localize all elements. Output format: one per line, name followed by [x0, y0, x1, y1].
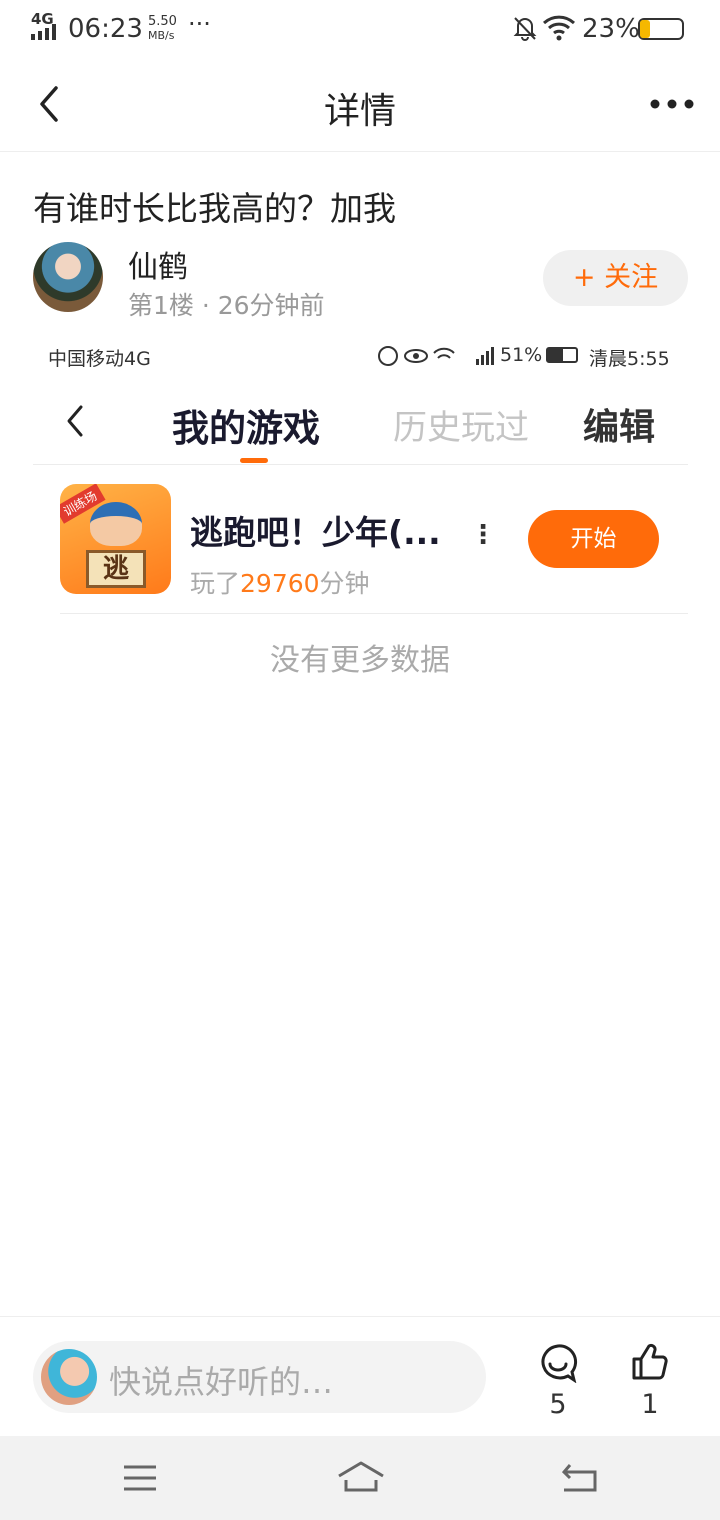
embedded-status-icons [378, 346, 494, 366]
page-title: 详情 [323, 91, 396, 132]
post-title: 有谁时长比我高的？加我 [33, 189, 396, 228]
author-name[interactable]: 仙鹤 [128, 242, 188, 286]
bottom-action-bar: 快说点好听的… 5 1 [0, 1316, 720, 1436]
more-options-icon[interactable] [650, 98, 694, 110]
play-time-prefix: 玩了 [190, 569, 241, 598]
net-speed-value: 5.50 [148, 14, 177, 29]
like-icon[interactable] [631, 1343, 669, 1381]
start-game-button[interactable]: 开始 [528, 510, 659, 568]
tab-divider [33, 464, 688, 465]
row-divider [60, 613, 688, 614]
comment-count: 5 [549, 1389, 567, 1420]
battery-percent: 23% [582, 14, 640, 44]
play-time-minutes: 29760 [240, 569, 320, 598]
tab-my-games[interactable]: 我的游戏 [172, 398, 320, 452]
menu-icon[interactable] [122, 1464, 158, 1492]
embedded-back-icon[interactable] [64, 404, 86, 438]
comment-placeholder: 快说点好听的… [109, 1363, 334, 1401]
signal-icon [31, 24, 56, 40]
game-icon-sign: 逃 [86, 550, 146, 588]
home-icon[interactable] [336, 1460, 386, 1494]
battery-icon [638, 18, 684, 40]
battery-fill [640, 20, 650, 38]
play-time: 玩了29760分钟 [190, 564, 370, 600]
mute-bell-icon [513, 17, 537, 41]
embedded-clock: 清晨5:55 [589, 348, 670, 370]
embedded-battery-fill [548, 349, 564, 361]
edit-button[interactable]: 编辑 [583, 398, 655, 450]
comment-icon[interactable] [538, 1343, 578, 1383]
author-avatar[interactable] [33, 242, 103, 312]
status-bar: 4G 06:23 5.50 MB/s ··· 23% [0, 0, 720, 58]
clock: 06:23 [68, 14, 143, 44]
game-name[interactable]: 逃跑吧！少年(... [190, 506, 441, 554]
play-time-suffix: 分钟 [319, 569, 370, 598]
embedded-battery-icon [546, 347, 578, 363]
like-count: 1 [641, 1389, 659, 1420]
embedded-battery-percent: 51% [500, 344, 543, 366]
post-meta: 第1楼 · 26分钟前 [128, 291, 325, 320]
game-character-face [90, 502, 142, 546]
comment-input[interactable]: 快说点好听的… [33, 1341, 486, 1413]
more-notifications: ··· [188, 10, 211, 38]
active-tab-indicator [240, 458, 268, 463]
system-navigation-bar [0, 1436, 720, 1520]
wifi-icon [542, 15, 576, 41]
embedded-carrier: 中国移动4G [48, 348, 151, 370]
back-nav-icon[interactable] [560, 1462, 600, 1494]
tab-history-played[interactable]: 历史玩过 [393, 400, 529, 449]
nav-bar: 详情 [0, 58, 720, 152]
game-icon[interactable]: 训练场 逃 [60, 484, 171, 594]
game-more-icon[interactable]: ⋮ [470, 520, 496, 550]
no-more-data-text: 没有更多数据 [270, 643, 450, 678]
my-avatar [41, 1349, 97, 1405]
follow-button[interactable]: + 关注 [543, 250, 688, 306]
net-speed-unit: MB/s [148, 29, 175, 42]
